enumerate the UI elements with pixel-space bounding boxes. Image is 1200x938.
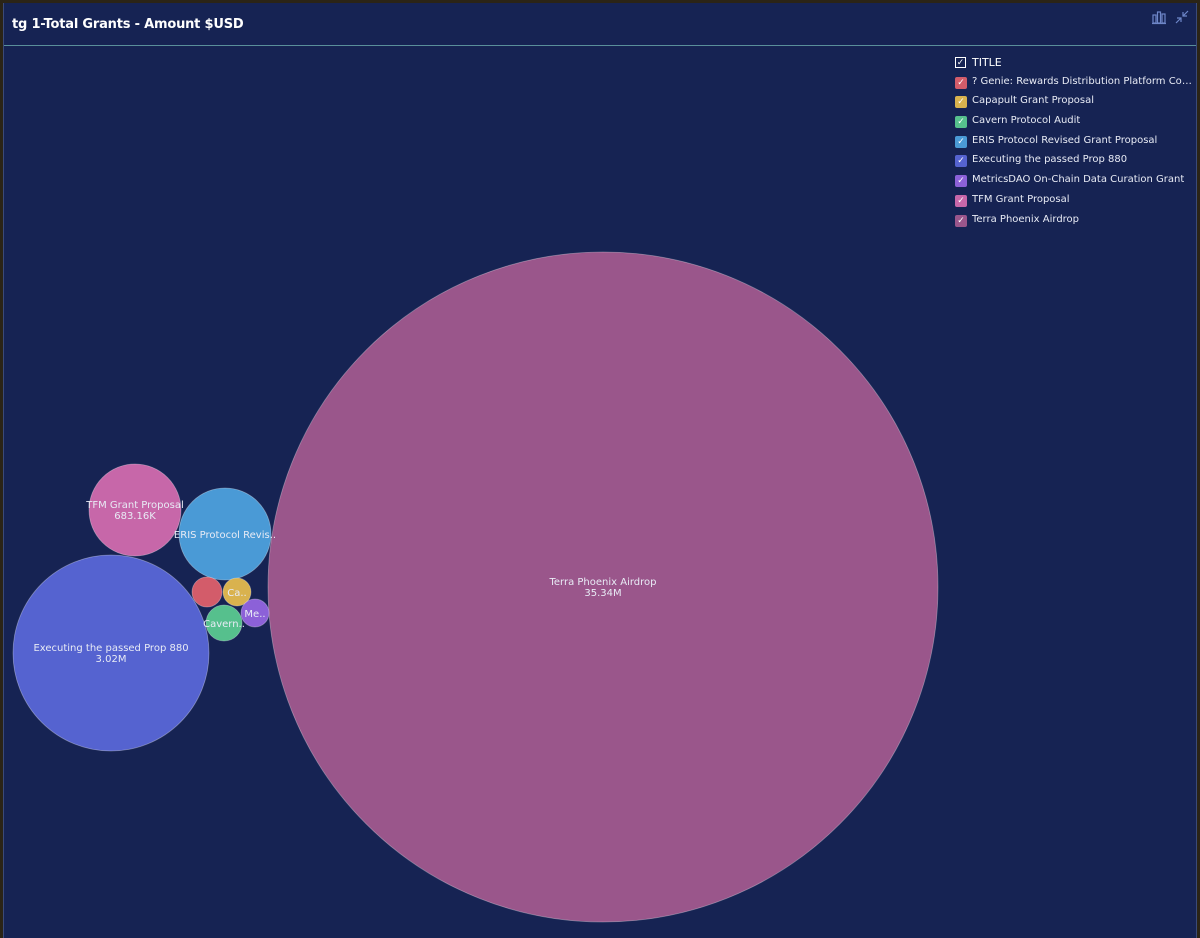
check-icon: ✓	[955, 57, 966, 68]
bubble-value-label: 683.16K	[114, 511, 156, 522]
bubble-label: Ca..	[227, 588, 246, 599]
bubble-value-label: 35.34M	[584, 588, 621, 599]
bubble[interactable]: Cavern..	[203, 604, 245, 642]
bubble-label: Cavern..	[203, 619, 245, 630]
legend-item-label: Terra Phoenix Airdrop	[972, 213, 1080, 225]
legend-item-label: Capapult Grant Proposal	[972, 95, 1095, 107]
legend-swatch-check-icon: ✓	[955, 135, 967, 148]
legend-swatch-check-icon: ✓	[955, 155, 967, 168]
legend-swatch-check-icon: ✓	[955, 175, 967, 188]
legend-item-label: ERIS Protocol Revised Grant Proposal	[972, 134, 1158, 146]
legend-swatch-check-icon: ✓	[955, 96, 967, 109]
legend-swatch-check-icon: ✓	[955, 214, 967, 227]
legend-item-label: Executing the passed Prop 880	[972, 154, 1128, 166]
bubble[interactable]: Me..	[240, 598, 270, 628]
bubble-label: ERIS Protocol Revis..	[174, 530, 276, 541]
legend-item-label: Cavern Protocol Audit	[972, 115, 1081, 127]
bubble-label: Terra Phoenix Airdrop	[548, 577, 656, 588]
legend-item-label: TFM Grant Proposal	[972, 193, 1070, 205]
bubble-label: Executing the passed Prop 880	[33, 643, 188, 654]
bubble[interactable]: Executing the passed Prop 8803.02M	[12, 554, 210, 752]
chart-panel: tg 1-Total Grants - Amount $USD Terra Ph…	[3, 3, 1197, 938]
legend-item-label: MetricsDAO On-Chain Data Curation Grant	[972, 174, 1185, 186]
bubble-value-label: 3.02M	[96, 654, 127, 665]
bubble[interactable]: Terra Phoenix Airdrop35.34M	[267, 251, 939, 923]
legend-swatch-check-icon: ✓	[955, 76, 967, 89]
bubble-label: Me..	[244, 609, 265, 620]
bubble-label: TFM Grant Proposal	[85, 500, 184, 511]
bubble[interactable]: ERIS Protocol Revis..	[174, 487, 276, 581]
legend-title: TITLE	[972, 56, 1002, 69]
legend-swatch-check-icon: ✓	[955, 116, 967, 129]
legend-swatch-check-icon: ✓	[955, 194, 967, 207]
bubble[interactable]	[191, 576, 223, 608]
bubble-circle[interactable]	[191, 576, 223, 608]
bubble[interactable]: TFM Grant Proposal683.16K	[85, 463, 184, 557]
legend-item-label: ? Genie: Rewards Distribution Platform C…	[972, 75, 1197, 87]
